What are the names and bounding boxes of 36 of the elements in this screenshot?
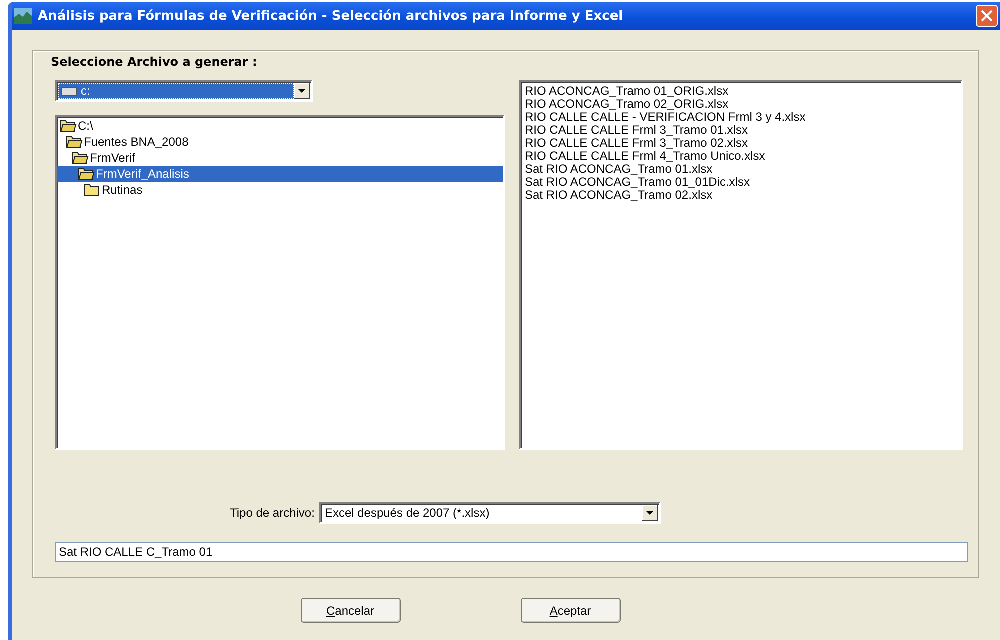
open-folder-icon (60, 119, 77, 133)
folder-item[interactable]: C:\ (57, 118, 503, 134)
close-button[interactable] (976, 5, 998, 27)
file-type-dropdown[interactable]: Excel después de 2007 (*.xlsx) (318, 502, 661, 524)
drive-value: c: (58, 83, 294, 99)
file-item[interactable]: RIO ACONCAG_Tramo 01_ORIG.xlsx (525, 85, 957, 98)
drive-dropdown[interactable]: c: (55, 80, 313, 102)
folder-item[interactable]: FrmVerif (57, 150, 503, 166)
file-item[interactable]: Sat RIO ACONCAG_Tramo 01_01Dic.xlsx (525, 176, 957, 189)
file-item[interactable]: RIO CALLE CALLE Frml 3_Tramo 01.xlsx (525, 124, 957, 137)
folder-item[interactable]: Rutinas (57, 182, 503, 198)
file-item[interactable]: RIO ACONCAG_Tramo 02_ORIG.xlsx (525, 98, 957, 111)
file-name-field[interactable]: Sat RIO CALLE C_Tramo 01 (55, 542, 968, 562)
open-folder-icon (66, 135, 83, 149)
drive-icon (61, 86, 77, 96)
open-folder-icon (78, 167, 95, 181)
file-item[interactable]: RIO CALLE CALLE Frml 4_Tramo Unico.xlsx (525, 150, 957, 163)
accept-button[interactable]: Aceptar (520, 598, 620, 623)
caret-icon (646, 510, 654, 516)
file-type-label: Tipo de archivo: (230, 506, 315, 520)
dropdown-button[interactable] (642, 505, 658, 521)
file-item[interactable]: RIO CALLE CALLE Frml 3_Tramo 02.xlsx (525, 137, 957, 150)
window-title: Análisis para Fórmulas de Verificación - Selección archivos para Informe y Excel (38, 8, 624, 24)
file-item[interactable]: RIO CALLE CALLE - VERIFICACION Frml 3 y 4.xlsx (525, 111, 957, 124)
folder-item[interactable]: Fuentes BNA_2008 (57, 134, 503, 150)
app-icon (14, 8, 32, 24)
folder-item[interactable]: FrmVerif_Analisis (57, 166, 503, 182)
group-label: Seleccione Archivo a generar : (51, 55, 258, 69)
cancel-button[interactable]: Cancelar (300, 598, 400, 623)
open-folder-icon (72, 151, 89, 165)
dropdown-button[interactable] (294, 83, 310, 99)
file-item[interactable]: Sat RIO ACONCAG_Tramo 01.xlsx (525, 163, 957, 176)
file-type-value: Excel después de 2007 (*.xlsx) (324, 505, 491, 521)
file-item[interactable]: Sat RIO ACONCAG_Tramo 02.xlsx (525, 189, 957, 202)
close-icon (981, 10, 993, 22)
caret-icon (298, 88, 306, 94)
